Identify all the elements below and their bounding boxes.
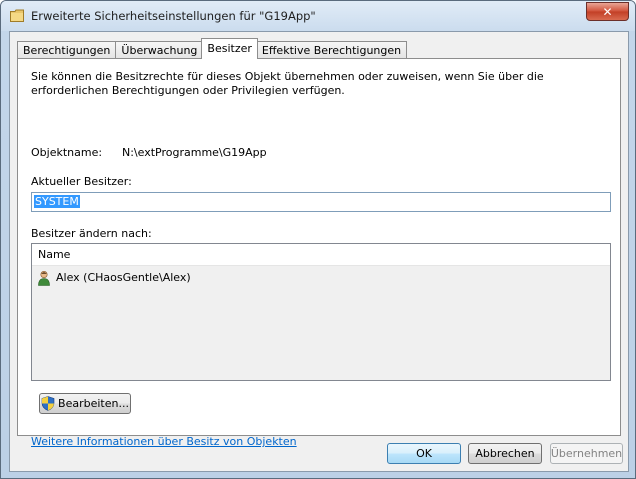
dialog-window: Erweiterte Sicherheitseinstellungen für … <box>0 0 636 479</box>
cancel-button[interactable]: Abbrechen <box>468 443 542 464</box>
apply-button-label: Übernehmen <box>550 447 623 460</box>
ok-button[interactable]: OK <box>387 443 461 464</box>
edit-button-label: Bearbeiten... <box>58 397 129 410</box>
ok-button-label: OK <box>416 447 432 460</box>
close-button[interactable]: ✕ <box>586 2 629 21</box>
close-icon: ✕ <box>602 4 613 19</box>
cancel-button-label: Abbrechen <box>475 447 535 460</box>
ownership-info-link[interactable]: Weitere Informationen über Besitz von Ob… <box>31 435 297 448</box>
change-owner-label: Besitzer ändern nach: <box>31 227 152 240</box>
list-item[interactable]: Alex (CHaosGentle\Alex) <box>36 269 191 287</box>
user-icon <box>38 270 50 286</box>
tab-auditing[interactable]: Überwachung <box>115 41 204 59</box>
edit-button[interactable]: Bearbeiten... <box>39 393 131 414</box>
object-name-value: N:\extProgramme\G19App <box>122 146 267 159</box>
tab-owner[interactable]: Besitzer <box>201 38 258 59</box>
tab-effective-permissions[interactable]: Effektive Berechtigungen <box>255 41 408 59</box>
current-owner-value: SYSTEM <box>34 195 80 208</box>
title-bar[interactable]: Erweiterte Sicherheitseinstellungen für … <box>1 1 635 31</box>
folder-icon <box>10 9 24 22</box>
list-column-name[interactable]: Name <box>32 244 610 266</box>
apply-button[interactable]: Übernehmen <box>550 443 623 464</box>
owner-description: Sie können die Besitzrechte für dieses O… <box>31 70 544 97</box>
object-name-label: Objektname: <box>31 146 103 159</box>
window-title: Erweiterte Sicherheitseinstellungen für … <box>31 9 316 23</box>
dialog-client-area: Berechtigungen Überwachung Besitzer Effe… <box>9 31 629 472</box>
tab-strip: Berechtigungen Überwachung Besitzer Effe… <box>17 38 408 59</box>
current-owner-field[interactable]: SYSTEM <box>31 192 611 212</box>
uac-shield-icon <box>41 396 55 411</box>
current-owner-label: Aktueller Besitzer: <box>31 175 132 188</box>
owner-tab-panel: Sie können die Besitzrechte für dieses O… <box>17 58 621 448</box>
list-item-label: Alex (CHaosGentle\Alex) <box>56 271 191 284</box>
tab-permissions[interactable]: Berechtigungen <box>17 41 117 59</box>
owner-candidates-list[interactable]: Name Alex (CHaosGentle\Alex) <box>31 243 611 381</box>
